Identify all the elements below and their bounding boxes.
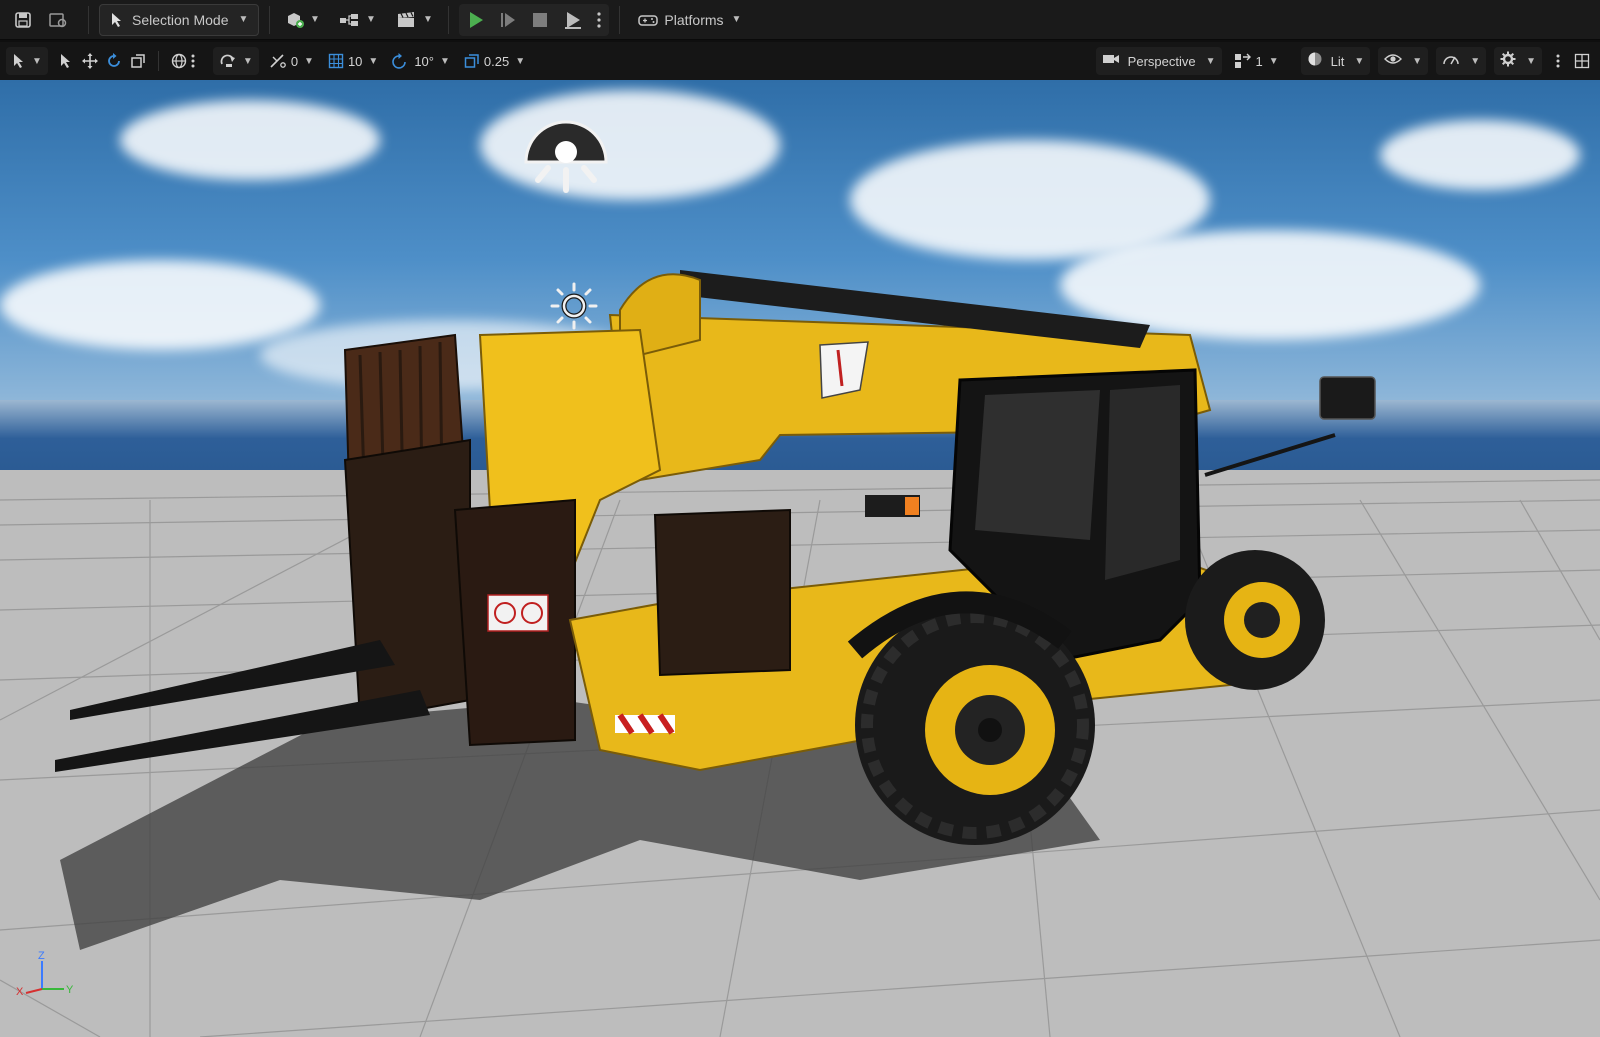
step-forward-icon[interactable] bbox=[499, 5, 517, 35]
chevron-down-icon: ▼ bbox=[515, 55, 526, 67]
lit-mode-label: Lit bbox=[1330, 53, 1345, 69]
chevron-down-icon: ▼ bbox=[1526, 55, 1536, 67]
chevron-down-icon: ▼ bbox=[309, 14, 320, 25]
z-axis-label: Z bbox=[38, 950, 45, 962]
rotate-icon[interactable] bbox=[106, 53, 122, 69]
chevron-down-icon: ▼ bbox=[440, 55, 450, 67]
cinematics-dropdown[interactable]: ▼ bbox=[390, 5, 438, 35]
telehandler-mesh[interactable] bbox=[0, 80, 1600, 1037]
toolbar-divider bbox=[157, 51, 159, 71]
selection-mode-dropdown[interactable]: Selection Mode ▼ bbox=[99, 3, 260, 36]
directional-light-icon[interactable] bbox=[548, 280, 600, 332]
world-space-icon[interactable] bbox=[171, 53, 187, 69]
toolbar-divider bbox=[269, 5, 271, 34]
chevron-down-icon: ▼ bbox=[32, 55, 42, 67]
chevron-down-icon: ▼ bbox=[1268, 55, 1279, 67]
grid-snap-toggle[interactable]: 10 ▼ bbox=[328, 53, 378, 69]
lit-sphere-icon bbox=[1307, 51, 1323, 72]
lit-dropdown[interactable]: Lit ▼ bbox=[1300, 47, 1371, 75]
settings-dropdown[interactable]: ▼ bbox=[1494, 47, 1542, 75]
toolbar-divider bbox=[88, 5, 89, 34]
speedometer-icon bbox=[1442, 51, 1460, 72]
chevron-down-icon: ▼ bbox=[304, 55, 314, 67]
angle-snap-value: 10° bbox=[414, 53, 434, 69]
play-controls bbox=[459, 3, 610, 36]
chevron-down-icon: ▼ bbox=[238, 14, 249, 25]
chevron-down-icon: ▼ bbox=[365, 14, 376, 25]
layout-grid-icon[interactable] bbox=[1574, 53, 1590, 69]
select-tool-group: ▼ bbox=[6, 47, 48, 75]
selection-mode-label: Selection Mode bbox=[132, 11, 229, 28]
translate-icon[interactable] bbox=[81, 53, 98, 69]
transform-options-icon[interactable] bbox=[191, 54, 195, 68]
play-icon[interactable] bbox=[467, 5, 485, 35]
viewport-toolbar: ▼ ▼ 0 ▼ 10 ▼ 10° ▼ 0.25 ▼ Perspective ▼ … bbox=[0, 42, 1600, 80]
play-options-icon[interactable] bbox=[597, 5, 602, 35]
axis-gizmo: Z Y X bbox=[12, 949, 92, 1009]
viewport-options-icon[interactable] bbox=[1556, 54, 1560, 68]
sky-light-icon[interactable] bbox=[518, 110, 614, 206]
perspective-dropdown[interactable]: Perspective ▼ bbox=[1095, 47, 1222, 75]
chevron-down-icon: ▼ bbox=[1354, 55, 1365, 67]
chevron-down-icon: ▼ bbox=[1412, 55, 1423, 67]
add-actor-dropdown[interactable]: ▼ bbox=[280, 5, 324, 35]
performance-dropdown[interactable]: ▼ bbox=[1436, 47, 1487, 75]
surface-snapping-dropdown[interactable]: ▼ bbox=[219, 53, 253, 69]
platforms-label: Platforms bbox=[664, 11, 724, 28]
select-dropdown[interactable]: ▼ bbox=[12, 53, 42, 69]
camera-icon bbox=[1102, 52, 1120, 71]
chevron-down-icon: ▼ bbox=[731, 14, 742, 25]
view-mode-label: Perspective bbox=[1127, 53, 1196, 69]
eject-icon[interactable] bbox=[563, 5, 583, 35]
grid-snap-value: 10 bbox=[347, 53, 363, 69]
angle-snap-toggle[interactable]: 10° ▼ bbox=[392, 53, 450, 69]
camera-speed-value: 1 bbox=[1255, 53, 1263, 69]
camera-speed-dropdown[interactable]: 1 ▼ bbox=[1234, 53, 1279, 69]
viewport-right-controls: Perspective ▼ 1 ▼ Lit ▼ ▼ ▼ ▼ bbox=[1095, 47, 1594, 75]
chevron-down-icon: ▼ bbox=[368, 55, 379, 67]
gear-icon bbox=[1500, 51, 1516, 72]
chevron-down-icon: ▼ bbox=[1205, 55, 1216, 67]
selection-mode-icon bbox=[110, 12, 124, 28]
rotation-snap-value: 0 bbox=[290, 53, 299, 69]
level-viewport[interactable]: Z Y X bbox=[0, 80, 1600, 1037]
surface-snap-group: ▼ bbox=[212, 47, 259, 75]
show-flags-dropdown[interactable]: ▼ bbox=[1378, 47, 1429, 75]
scale-snap-value: 0.25 bbox=[483, 53, 510, 69]
toolbar-divider bbox=[619, 5, 621, 34]
rotation-snap-toggle[interactable]: 0 ▼ bbox=[269, 53, 314, 69]
platforms-dropdown[interactable]: Platforms ▼ bbox=[630, 5, 749, 35]
save-icon[interactable] bbox=[8, 5, 38, 35]
scale-snap-toggle[interactable]: 0.25 ▼ bbox=[464, 53, 525, 69]
platforms-icon bbox=[638, 12, 659, 28]
stop-icon[interactable] bbox=[531, 5, 549, 35]
x-axis-label: X bbox=[16, 986, 24, 998]
y-axis-label: Y bbox=[66, 984, 74, 996]
chevron-down-icon: ▼ bbox=[1470, 55, 1481, 67]
chevron-down-icon: ▼ bbox=[422, 14, 433, 25]
blueprints-dropdown[interactable]: ▼ bbox=[332, 5, 382, 35]
content-browser-icon[interactable] bbox=[38, 5, 78, 35]
eye-icon bbox=[1384, 52, 1403, 71]
main-toolbar: Selection Mode ▼ ▼ ▼ ▼ Platforms ▼ bbox=[0, 0, 1600, 40]
scale-icon[interactable] bbox=[130, 53, 146, 69]
toolbar-divider bbox=[448, 5, 450, 34]
chevron-down-icon: ▼ bbox=[242, 55, 253, 67]
select-arrow-icon[interactable] bbox=[60, 53, 72, 69]
